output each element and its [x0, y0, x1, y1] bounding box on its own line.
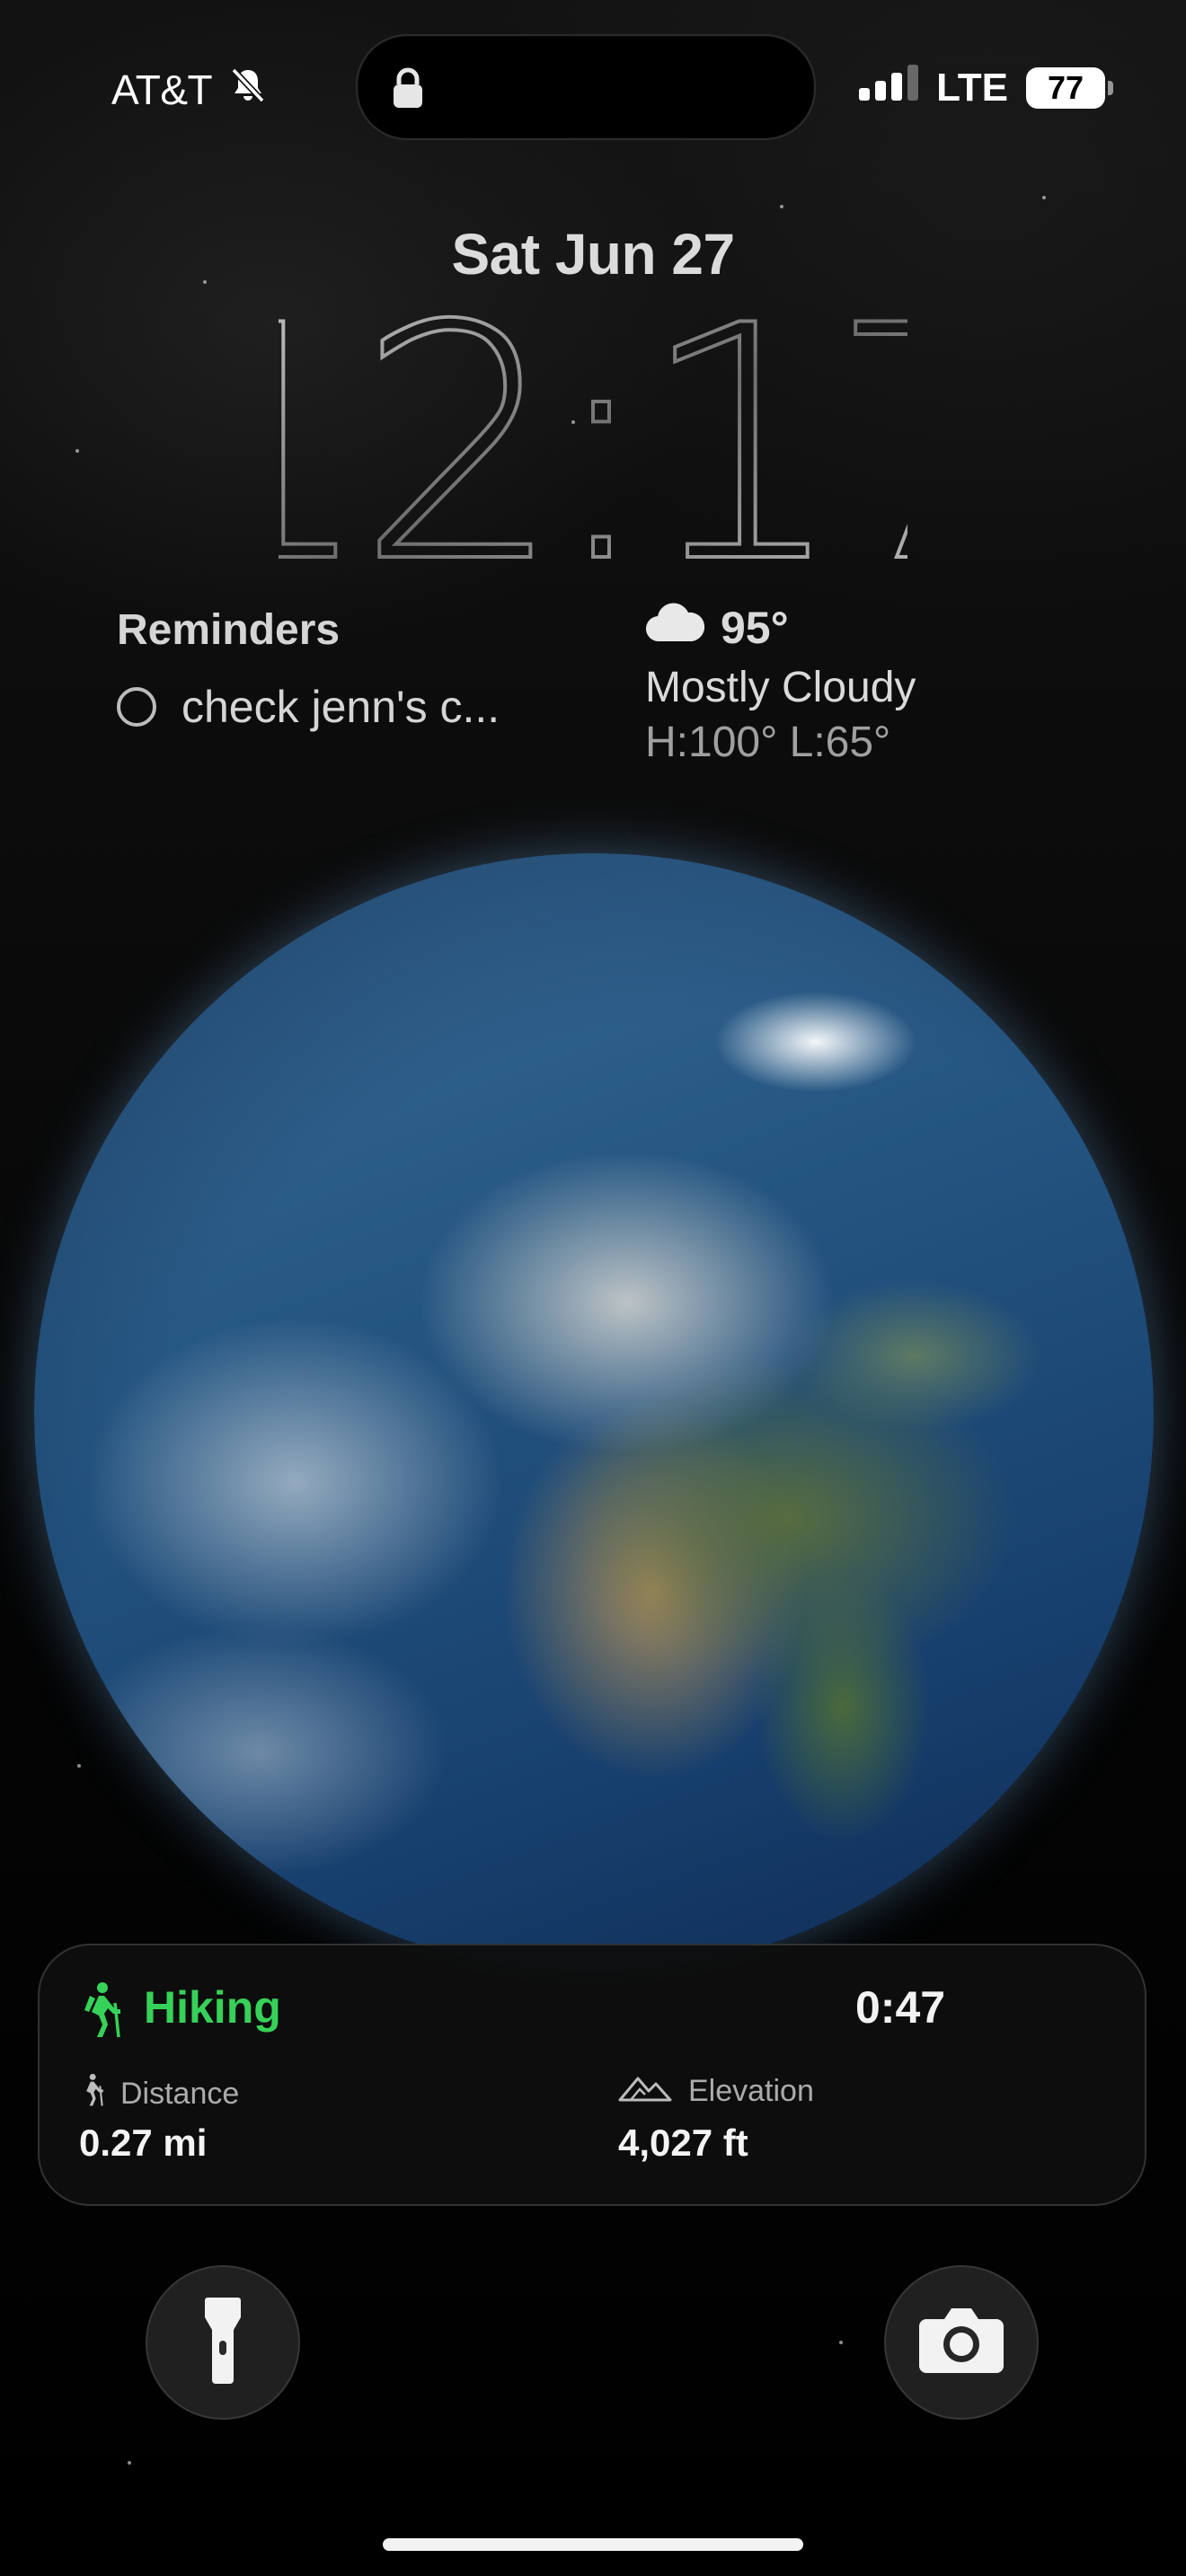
star	[77, 1764, 81, 1768]
star	[75, 449, 79, 453]
distance-label-text: Distance	[120, 2077, 240, 2111]
star	[1042, 196, 1046, 199]
battery-icon: 77	[1026, 66, 1113, 109]
battery-percent: 77	[1047, 68, 1084, 106]
flashlight-icon	[203, 2297, 243, 2388]
lock-date: Sat Jun 27	[451, 222, 735, 287]
star	[780, 205, 783, 208]
camera-icon	[917, 2307, 1005, 2379]
camera-button[interactable]	[884, 2265, 1039, 2420]
hiking-small-icon	[79, 2073, 104, 2115]
distance-value: 0.27 mi	[79, 2122, 208, 2164]
carrier-label: AT&T	[111, 65, 268, 114]
elevation-value: 4,027 ft	[618, 2122, 748, 2164]
flashlight-button[interactable]	[146, 2265, 300, 2420]
weather-condition: Mostly Cloudy	[645, 664, 916, 711]
carrier-name: AT&T	[111, 66, 213, 113]
dynamic-island[interactable]	[356, 34, 816, 140]
lock-icon	[390, 66, 426, 114]
reminder-text: check jenn's c...	[181, 682, 500, 732]
activity-elapsed-time: 0:47	[855, 1982, 946, 2033]
signal-icon	[859, 65, 919, 110]
hiking-figure-icon	[79, 1981, 122, 2043]
elevation-label: Elevation	[618, 2073, 814, 2110]
star	[128, 2461, 131, 2465]
clock-time: 12:17	[279, 287, 907, 575]
weather-temperature: 95°	[721, 603, 789, 653]
earth-image	[34, 853, 1154, 1972]
mountain-icon	[618, 2073, 672, 2110]
reminders-widget-title[interactable]: Reminders	[117, 605, 340, 655]
weather-widget[interactable]: 95° Mostly Cloudy H:100° L:65°	[645, 602, 916, 767]
star	[839, 2341, 843, 2344]
reminder-checkbox[interactable]	[117, 687, 156, 727]
cloud-icon	[645, 602, 705, 654]
activity-title: Hiking	[144, 1982, 281, 2033]
home-indicator[interactable]	[383, 2538, 803, 2551]
reminder-item[interactable]: check jenn's c...	[117, 681, 500, 733]
bell-slash-icon	[228, 65, 268, 114]
weather-high-low: H:100° L:65°	[645, 719, 891, 766]
status-indicators: LTE 77	[859, 65, 1113, 110]
network-type: LTE	[936, 65, 1008, 110]
elevation-label-text: Elevation	[688, 2074, 814, 2108]
lock-clock: 12:17	[165, 255, 1036, 635]
distance-label: Distance	[79, 2073, 239, 2115]
hiking-live-activity[interactable]: Hiking 0:47 Distance 0.27 mi Elevation 4…	[38, 1944, 1146, 2206]
